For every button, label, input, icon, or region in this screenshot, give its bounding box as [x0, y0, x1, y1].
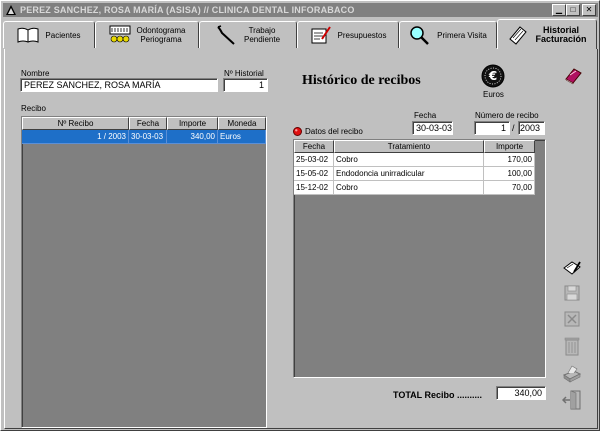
history-title: Histórico de recibos	[302, 73, 421, 88]
notepad-icon	[507, 25, 529, 45]
receipt-date-field[interactable]: 30-03-03	[412, 121, 453, 135]
column-header-numero[interactable]: Nº Recibo	[22, 117, 129, 130]
table-row[interactable]: 15-12-02 Cobro 70,00	[294, 181, 545, 195]
cell-tratamiento: Endodoncia unirradicular	[334, 167, 484, 181]
receipts-grid-header: Nº Recibo Fecha Importe Moneda	[22, 117, 266, 130]
app-window: PEREZ SANCHEZ, ROSA MARÍA (ASISA) // CLI…	[0, 0, 600, 431]
receipt-section-label: Recibo	[21, 104, 46, 113]
tab-bar: Pacientes Odontograma Periograma Trabajo…	[3, 19, 599, 49]
red-book-icon[interactable]	[562, 65, 584, 87]
tab-label: Primera Visita	[437, 30, 487, 40]
cell-importe: 100,00	[484, 167, 535, 181]
dental-tool-icon	[216, 25, 238, 45]
magnifier-icon	[409, 25, 431, 45]
title-bar: PEREZ SANCHEZ, ROSA MARÍA (ASISA) // CLI…	[3, 3, 598, 17]
exit-door-icon[interactable]	[561, 389, 583, 411]
window-controls: ▁ □ ✕	[552, 4, 596, 16]
cell-fecha: 15-05-02	[294, 167, 334, 181]
writing-document-icon	[310, 25, 332, 45]
column-header-moneda[interactable]: Moneda	[218, 117, 266, 130]
cell-importe: 340,00	[167, 130, 218, 144]
table-row[interactable]: 1 / 2003 30-03-03 340,00 Euros	[22, 130, 266, 144]
cell-fecha: 15-12-02	[294, 181, 334, 195]
cell-moneda: Euros	[218, 130, 266, 144]
book-icon	[17, 25, 39, 45]
cell-tratamiento: Cobro	[334, 181, 484, 195]
edit-icon[interactable]	[561, 257, 583, 279]
euro-currency-icon[interactable]: €	[481, 64, 505, 88]
column-header-importe[interactable]: Importe	[484, 140, 535, 153]
cell-tratamiento: Cobro	[334, 153, 484, 167]
column-header-fecha[interactable]: Fecha	[129, 117, 167, 130]
window-title: PEREZ SANCHEZ, ROSA MARÍA (ASISA) // CLI…	[20, 5, 355, 15]
minimize-button[interactable]: ▁	[552, 4, 566, 16]
receipt-number-label: Número de recibo	[475, 111, 539, 120]
column-header-importe[interactable]: Importe	[167, 117, 218, 130]
currency-label: Euros	[483, 90, 504, 99]
history-number-field[interactable]: 1	[223, 78, 268, 92]
close-button[interactable]: ✕	[582, 4, 596, 16]
receipt-number-field[interactable]: 1	[474, 121, 510, 135]
currency-symbol: €	[488, 69, 497, 83]
column-header-tratamiento[interactable]: Tratamiento	[334, 140, 484, 153]
tab-presupuestos[interactable]: Presupuestos	[297, 21, 399, 48]
tab-label: Presupuestos	[337, 30, 387, 40]
receipt-details-grid: Fecha Tratamiento Importe 25-03-02 Cobro…	[293, 139, 546, 378]
patient-name-field[interactable]: PEREZ SANCHEZ, ROSA MARÍA	[20, 78, 218, 92]
trash-icon[interactable]	[561, 335, 583, 357]
tab-primera-visita[interactable]: Primera Visita	[399, 21, 497, 48]
table-row[interactable]: 15-05-02 Endodoncia unirradicular 100,00	[294, 167, 545, 181]
details-grid-header: Fecha Tratamiento Importe	[294, 140, 545, 153]
tab-label: Pacientes	[45, 30, 81, 40]
receipt-details-label: Datos del recibo	[305, 127, 363, 136]
tab-historial-facturacion[interactable]: Historial Facturación	[497, 19, 597, 49]
tab-label: Trabajo Pendiente	[243, 26, 281, 44]
save-icon[interactable]	[561, 282, 583, 304]
cell-fecha: 30-03-03	[129, 130, 167, 144]
tab-label: Historial Facturación	[535, 24, 587, 44]
name-label: Nombre	[21, 69, 50, 78]
tab-trabajo-pendiente[interactable]: Trabajo Pendiente	[199, 21, 297, 48]
cancel-icon[interactable]	[561, 308, 583, 330]
tab-pacientes[interactable]: Pacientes	[3, 21, 95, 48]
red-dot-icon	[293, 127, 302, 136]
cell-importe: 70,00	[484, 181, 535, 195]
teeth-chart-icon	[109, 25, 131, 45]
total-label: TOTAL Recibo ..........	[393, 390, 483, 400]
tab-panel: Nombre PEREZ SANCHEZ, ROSA MARÍA Nº Hist…	[4, 49, 598, 429]
print-icon[interactable]	[561, 362, 583, 384]
column-header-fecha[interactable]: Fecha	[294, 140, 334, 153]
receipt-number-separator: /	[512, 123, 515, 133]
table-row[interactable]: 25-03-02 Cobro 170,00	[294, 153, 545, 167]
date-label: Fecha	[414, 111, 437, 120]
receipt-year-field[interactable]: 2003	[518, 121, 545, 135]
maximize-button[interactable]: □	[566, 4, 580, 16]
tab-label: Odontograma Periograma	[136, 26, 186, 44]
cell-fecha: 25-03-02	[294, 153, 334, 167]
total-field: 340,00	[496, 386, 546, 400]
history-number-label: Nº Historial	[224, 69, 264, 78]
receipts-grid: Nº Recibo Fecha Importe Moneda 1 / 2003 …	[21, 116, 267, 428]
app-triangle-icon	[5, 4, 17, 16]
cell-numero: 1 / 2003	[22, 130, 129, 144]
cell-importe: 170,00	[484, 153, 535, 167]
tab-odontograma[interactable]: Odontograma Periograma	[95, 21, 199, 48]
